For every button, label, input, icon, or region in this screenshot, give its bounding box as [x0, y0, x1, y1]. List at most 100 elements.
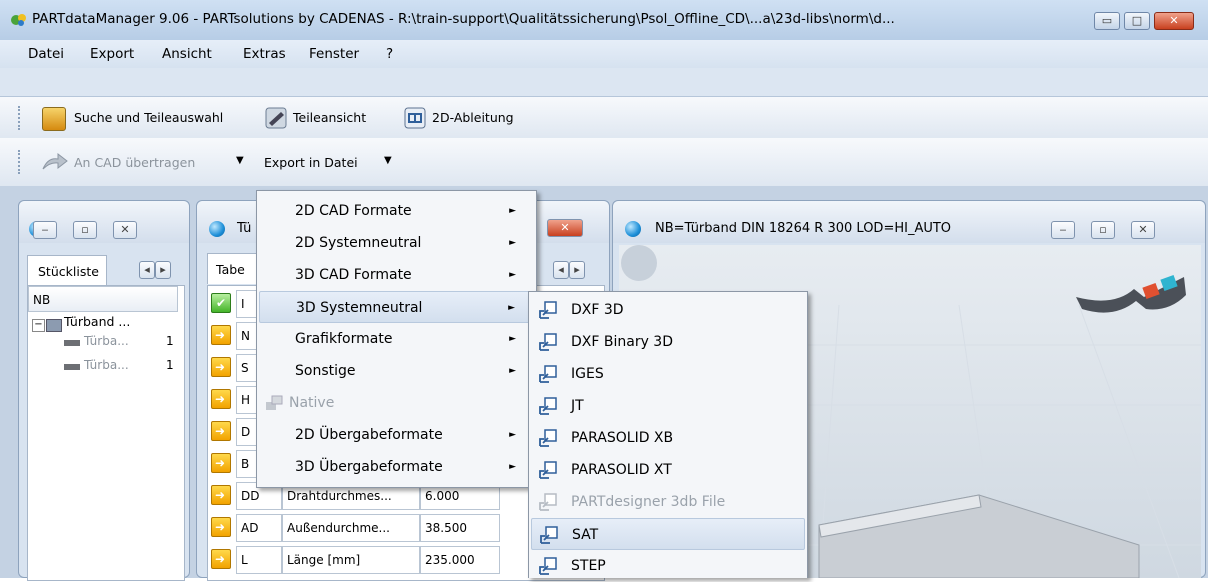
format-menu-item[interactable]: STEP: [531, 550, 805, 582]
panel-maximize-button[interactable]: ▫: [1091, 221, 1115, 239]
format-menu-item[interactable]: IGES: [531, 358, 805, 390]
assembly-icon: [46, 319, 62, 332]
cell-value[interactable]: 235.000: [420, 546, 500, 574]
rotate-indicator: [621, 245, 657, 281]
tab-label: Tabe: [216, 262, 245, 277]
panel-close-button[interactable]: ✕: [1131, 221, 1155, 239]
menu-item-label: 3D CAD Formate: [295, 267, 412, 283]
search-parts-button[interactable]: Suche und Teileauswahl: [38, 105, 260, 131]
maximize-button[interactable]: □: [1124, 12, 1150, 30]
menu-fenster[interactable]: Fenster: [309, 46, 359, 62]
transfer-to-cad-button[interactable]: An CAD übertragen ▼: [38, 149, 248, 175]
panel-status-icon: [209, 221, 225, 237]
cell-name: Länge [mm]: [282, 546, 420, 574]
column-header-nb[interactable]: NB: [28, 286, 178, 312]
submenu-arrow-icon: ►: [509, 270, 516, 280]
export-menu-item[interactable]: Grafikformate ►: [259, 323, 534, 355]
tab-scroll-right-button[interactable]: ▸: [569, 261, 585, 279]
arrow-right-icon[interactable]: [211, 517, 231, 537]
minimize-button[interactable]: ▭: [1094, 12, 1120, 30]
file-export-icon: [539, 301, 557, 319]
menu-extras[interactable]: Extras: [243, 46, 286, 62]
arrow-right-icon[interactable]: [211, 325, 231, 345]
app-icon: [11, 14, 26, 26]
tab-scroll-left-button[interactable]: ◂: [139, 261, 155, 279]
format-menu-item[interactable]: PARASOLID XB: [531, 422, 805, 454]
menu-ansicht[interactable]: Ansicht: [162, 46, 212, 62]
close-icon: ✕: [1169, 14, 1179, 27]
tree-item-part[interactable]: Türba...: [84, 358, 129, 372]
panel-close-button[interactable]: ✕: [113, 221, 137, 239]
transfer-cad-icon: [42, 152, 68, 170]
export-menu-item[interactable]: 3D Systemneutral ►: [259, 291, 534, 323]
menu-item-label: 2D Systemneutral: [295, 235, 422, 251]
arrow-right-icon[interactable]: [211, 421, 231, 441]
menu-item-label: IGES: [571, 366, 604, 382]
menu-item-label: JT: [571, 398, 584, 414]
submenu-arrow-icon: ►: [509, 238, 516, 248]
toolbar-grip[interactable]: [18, 106, 24, 130]
panel-maximize-button[interactable]: ▫: [73, 221, 97, 239]
export-to-file-label: Export in Datei: [264, 155, 358, 170]
arrow-right-icon[interactable]: [211, 485, 231, 505]
export-menu-item[interactable]: 2D Übergabeformate ►: [259, 419, 534, 451]
export-menu-item[interactable]: 3D CAD Formate ►: [259, 259, 534, 291]
derive-2d-button[interactable]: 2D-Ableitung: [402, 105, 542, 131]
arrow-right-icon[interactable]: [211, 357, 231, 377]
panel-minimize-button[interactable]: ‒: [33, 221, 57, 239]
tree-item-part[interactable]: Türba...: [84, 334, 129, 348]
menu-item-label: 3D Übergabeformate: [295, 459, 443, 475]
format-menu-item[interactable]: DXF Binary 3D: [531, 326, 805, 358]
part-icon: [64, 340, 80, 346]
menu-item-label: Grafikformate: [295, 331, 393, 347]
export-menu-item[interactable]: 2D CAD Formate ►: [259, 195, 534, 227]
collapse-toggle[interactable]: −: [32, 319, 45, 332]
search-parts-label: Suche und Teileauswahl: [74, 110, 224, 125]
panel-minimize-button[interactable]: ‒: [1051, 221, 1075, 239]
format-menu-item[interactable]: PARASOLID XT: [531, 454, 805, 486]
arrow-right-icon[interactable]: [211, 453, 231, 473]
maximize-icon: □: [1131, 14, 1143, 27]
arrow-right-icon[interactable]: [211, 389, 231, 409]
menubar-spacer: [0, 68, 1208, 96]
menu-item-label: STEP: [571, 558, 606, 574]
main-toolbar: Suche und Teileauswahl Teileansicht 2D-A…: [0, 96, 1208, 140]
tab-label: Stückliste: [38, 264, 99, 279]
tab-stueckliste[interactable]: Stückliste: [27, 255, 107, 286]
arrow-right-icon[interactable]: [211, 549, 231, 569]
format-menu-item: PARTdesigner 3db File: [531, 486, 805, 518]
close-button[interactable]: ✕: [1154, 12, 1194, 30]
export-menu-item[interactable]: Sonstige ►: [259, 355, 534, 387]
format-menu-item[interactable]: SAT: [531, 518, 805, 550]
part-icon: [64, 364, 80, 370]
submenu-arrow-icon: ►: [509, 462, 516, 472]
submenu-arrow-icon: ►: [509, 430, 516, 440]
panel-close-button[interactable]: ✕: [547, 219, 583, 237]
check-icon[interactable]: [211, 293, 231, 313]
toolbar-grip[interactable]: [18, 150, 24, 174]
format-menu-item[interactable]: DXF 3D: [531, 294, 805, 326]
tree-item-qty: 1: [166, 334, 174, 348]
menu-help[interactable]: ?: [386, 46, 393, 62]
menu-export[interactable]: Export: [90, 46, 134, 62]
export-menu-item[interactable]: 3D Übergabeformate ►: [259, 451, 534, 483]
tab-scroll-left-button[interactable]: ◂: [553, 261, 569, 279]
tab-scroll-right-button[interactable]: ▸: [155, 261, 171, 279]
drawing-2d-icon: [404, 107, 426, 129]
export-to-file-button[interactable]: Export in Datei ▼: [262, 155, 402, 175]
export-menu: 2D CAD Formate ► 2D Systemneutral ► 3D CAD F…: [256, 190, 537, 488]
chevron-down-icon[interactable]: ▼: [236, 155, 244, 166]
chevron-down-icon[interactable]: ▼: [384, 155, 392, 166]
cell-name: Außendurchme...: [282, 514, 420, 542]
menu-item-label: Sonstige: [295, 363, 356, 379]
part-view-button[interactable]: Teileansicht: [263, 105, 393, 131]
window-title: PARTdataManager 9.06 - PARTsolutions by …: [32, 11, 895, 27]
export-menu-item[interactable]: 2D Systemneutral ►: [259, 227, 534, 259]
menu-bar: Datei Export Ansicht Extras Fenster ?: [0, 40, 1208, 68]
tree-item-assembly[interactable]: Türband ...: [64, 314, 130, 329]
menu-datei[interactable]: Datei: [28, 46, 64, 62]
cell-value[interactable]: 38.500: [420, 514, 500, 542]
stereo-glasses-icon[interactable]: [1074, 267, 1189, 323]
format-menu-item[interactable]: JT: [531, 390, 805, 422]
file-export-icon: [539, 429, 557, 447]
